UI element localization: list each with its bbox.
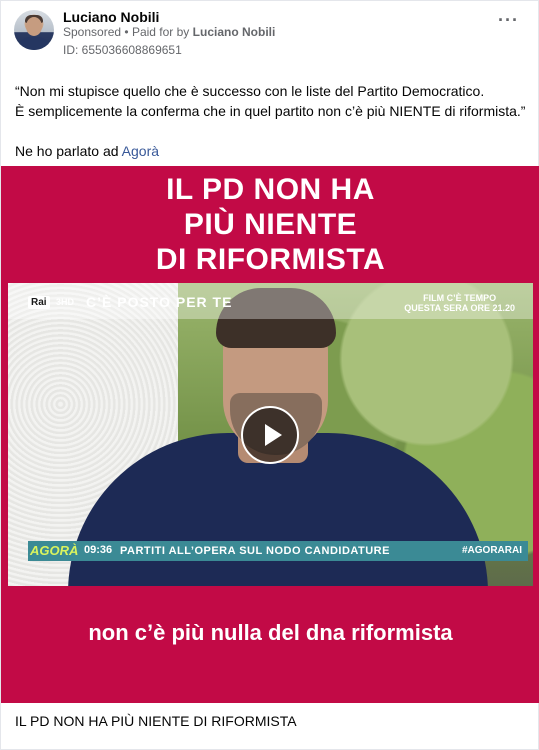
paid-by-name[interactable]: Luciano Nobili <box>193 25 276 39</box>
tv-show-title: C’È POSTO PER TE <box>86 294 233 310</box>
paid-prefix: Paid for by <box>131 25 190 39</box>
avatar-head <box>26 17 42 36</box>
video-player[interactable]: IL PD NON HA PIÙ NIENTE DI RIFORMISTA Ra… <box>1 166 539 703</box>
post-text-line-2: È semplicemente la conferma che in quel … <box>15 103 526 119</box>
headline-line-1: IL PD NON HA <box>166 173 375 206</box>
agora-link[interactable]: Agorà <box>122 143 159 159</box>
play-icon[interactable] <box>241 406 299 464</box>
ticker-hashtag: #AGORARAI <box>461 545 522 556</box>
video-headline: IL PD NON HA PIÙ NIENTE DI RIFORMISTA <box>1 172 539 277</box>
separator-dot: • <box>124 25 129 39</box>
sponsor-line: Sponsored • Paid for by Luciano Nobili <box>63 25 275 39</box>
headline-line-2: PIÙ NIENTE <box>183 208 358 241</box>
author-name[interactable]: Luciano Nobili <box>63 9 159 25</box>
author-avatar[interactable] <box>14 10 54 50</box>
agora-logo: AGORÀ <box>30 543 79 558</box>
channel-number: 3HD <box>56 297 75 307</box>
post-text-line-3: Ne ho parlato ad Agorà <box>15 141 530 161</box>
sponsored-label: Sponsored <box>63 25 122 39</box>
ad-id: ID: 655036608869651 <box>63 43 182 57</box>
promo-line-2: QUESTA SERA ORE 21.20 <box>404 303 515 313</box>
ticker-time: 09:36 <box>84 544 113 556</box>
video-caption: non c’è più nulla del dna riformista <box>88 620 453 645</box>
tv-promo: FILM C’È TEMPO QUESTA SERA ORE 21.20 <box>404 293 515 313</box>
video-footer-title[interactable]: IL PD NON HA PIÙ NIENTE DI RIFORMISTA <box>15 713 297 729</box>
ticker-text: PARTITI ALL’OPERA SUL NODO CANDIDATURE <box>120 545 390 557</box>
avatar-body <box>18 37 50 50</box>
headline-line-3: DI RIFORMISTA <box>155 243 386 276</box>
post-text: “Non mi stupisce quello che è successo c… <box>15 81 530 161</box>
post-text-prefix: Ne ho parlato ad <box>15 143 119 159</box>
promo-line-1: FILM C’È TEMPO <box>423 293 497 303</box>
post-text-line-1: “Non mi stupisce quello che è successo c… <box>15 83 485 99</box>
more-horizontal-icon[interactable]: ··· <box>498 11 519 29</box>
ad-card: Luciano Nobili Sponsored • Paid for by L… <box>0 0 539 750</box>
rai-logo: Rai <box>28 296 50 309</box>
tv-ticker: AGORÀ 09:36 PARTITI ALL’OPERA SUL NODO C… <box>28 541 528 561</box>
